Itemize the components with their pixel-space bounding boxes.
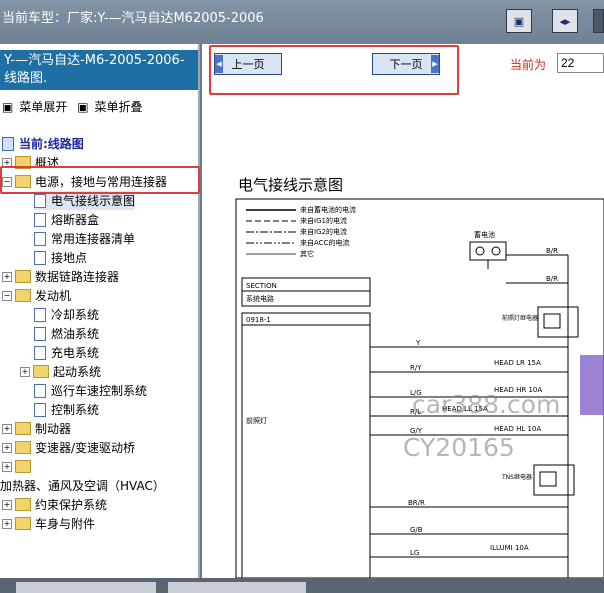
folder-icon <box>15 498 31 511</box>
doc-icon <box>34 307 46 322</box>
expand-toggle-icon[interactable]: + <box>2 423 12 434</box>
expand-toggle-icon[interactable]: + <box>2 499 12 510</box>
legend-item: 来自蓄电池的电流 <box>300 205 356 214</box>
expand-toggle-icon[interactable]: + <box>20 366 30 377</box>
fuse-label: HEAD LR 15A <box>494 359 541 367</box>
section-value: 系统电路 <box>246 294 274 303</box>
diagram-title: 电气接线示意图 <box>238 176 344 194</box>
tree-leaf-control[interactable]: 控制系统 <box>34 400 99 419</box>
legend-item: 来自ACC的电流 <box>300 238 349 247</box>
battery-label: 蓄电池 <box>474 230 495 239</box>
section-label: SECTION <box>246 282 277 290</box>
folder-icon <box>15 460 31 473</box>
tree-node-dlc[interactable]: + 数据链路连接器 <box>2 267 119 286</box>
fuse-label: HEAD HL 10A <box>494 425 541 433</box>
fit-icon: ▣ <box>513 14 525 28</box>
expand-toggle-icon[interactable]: + <box>2 442 12 453</box>
tree-node-body[interactable]: + 车身与附件 <box>2 514 95 533</box>
doc-icon <box>34 402 46 417</box>
tree-leaf-connectors[interactable]: 常用连接器清单 <box>34 229 135 248</box>
legend-item: 来自IG2的电流 <box>300 227 347 236</box>
highlight-box-nav <box>209 45 459 95</box>
legend-item: 其它 <box>300 249 314 258</box>
sidebar-header: Y-—汽马自达-M6-2005-2006-线路图. <box>0 50 198 90</box>
tree-node-brakes[interactable]: + 制动器 <box>2 419 71 438</box>
page-icon <box>2 136 14 151</box>
current-label: 当前:线路图 <box>19 137 84 151</box>
legend-item: 来自IG1的电流 <box>300 216 347 225</box>
bottom-tab[interactable] <box>168 582 306 593</box>
purple-mark <box>580 355 604 415</box>
collapse-icon: ▣ <box>77 100 89 114</box>
expand-toggle-icon[interactable]: + <box>2 518 12 529</box>
doc-icon <box>34 345 46 360</box>
collapse-toggle-icon[interactable]: − <box>2 290 12 301</box>
tree-leaf-ground[interactable]: 接地点 <box>34 248 87 267</box>
wire-label: G/B <box>410 526 423 534</box>
folder-icon <box>15 517 31 530</box>
tree-leaf-fuel[interactable]: 燃油系统 <box>34 324 99 343</box>
doc-icon <box>34 383 46 398</box>
circuit-code: 0918-1 <box>246 316 271 324</box>
tree-node-empty[interactable]: + <box>2 457 35 476</box>
folder-icon <box>33 365 49 378</box>
tree-current[interactable]: 当前:线路图 <box>2 134 84 153</box>
tree-node-restraints[interactable]: + 约束保护系统 <box>2 495 107 514</box>
expand-toggle-icon[interactable]: + <box>2 461 12 472</box>
doc-icon <box>34 193 46 208</box>
tree-leaf-cruise[interactable]: 巡行车速控制系统 <box>34 381 147 400</box>
tree-node-starting[interactable]: + 起动系统 <box>20 362 101 381</box>
wire-label: B/R <box>546 247 558 255</box>
wire-label: LG <box>410 549 419 557</box>
expand-icon: ◂▸ <box>559 14 571 28</box>
folder-icon <box>15 270 31 283</box>
tree-node-engine[interactable]: − 发动机 <box>2 286 71 305</box>
folder-icon <box>15 441 31 454</box>
more-button[interactable] <box>593 9 604 33</box>
fit-width-button[interactable]: ▣ <box>506 9 532 33</box>
title-bar: 当前车型：厂家:Y-—汽马自达M62005-2006 ▣ ◂▸ <box>0 0 604 44</box>
folder-icon <box>15 289 31 302</box>
tree-leaf-fusebox[interactable]: 熔断器盒 <box>34 210 99 229</box>
tree-node-transmission[interactable]: + 变速器/变速驱动桥 <box>2 438 135 457</box>
watermark-text: CY20165 <box>403 433 515 462</box>
menu-expand-link[interactable]: 菜单展开 <box>19 100 67 114</box>
expand-toggle-icon[interactable]: + <box>2 271 12 282</box>
folder-icon <box>15 422 31 435</box>
legend: 来自蓄电池的电流 来自IG1的电流 来自IG2的电流 来自ACC的电流 其它 <box>246 205 356 258</box>
tree-node-hvac[interactable]: 加热器、通风及空调（HVAC） <box>0 476 165 495</box>
expand-icon: ▣ <box>2 100 14 114</box>
doc-icon <box>34 326 46 341</box>
menu-collapse-link[interactable]: 菜单折叠 <box>95 100 143 114</box>
doc-icon <box>34 231 46 246</box>
fuse-label: ILLUMI 10A <box>490 544 529 552</box>
doc-icon <box>34 212 46 227</box>
highlight-box-sidebar <box>0 166 200 194</box>
circuit-name: 前照灯 <box>246 416 267 425</box>
relay-label: 前照灯继电器 <box>502 314 538 322</box>
wire-label: B/R <box>546 275 558 283</box>
sidebar-actions: ▣ 菜单展开 ▣ 菜单折叠 <box>2 98 149 115</box>
wire-label: BR/R <box>408 499 425 507</box>
tree-leaf-cooling[interactable]: 冷却系统 <box>34 305 99 324</box>
page-number-input[interactable] <box>557 53 604 73</box>
doc-icon <box>34 250 46 265</box>
fit-page-button[interactable]: ◂▸ <box>552 9 578 33</box>
vehicle-title: 当前车型：厂家:Y-—汽马自达M62005-2006 <box>2 11 264 26</box>
sidebar: Y-—汽马自达-M6-2005-2006-线路图. ▣ 菜单展开 ▣ 菜单折叠 当前… <box>0 44 200 578</box>
tree-leaf-charging[interactable]: 充电系统 <box>34 343 99 362</box>
current-page-label: 当前为 <box>510 58 547 72</box>
watermark-text: car388.com <box>412 390 561 419</box>
wire-label: Y <box>415 339 421 347</box>
wiring-diagram: 来自蓄电池的电流 来自IG1的电流 来自IG2的电流 来自ACC的电流 其它 S… <box>235 198 604 578</box>
wire-label: R/Y <box>410 364 422 372</box>
status-bar <box>0 578 604 593</box>
relay-label: TNS继电器 <box>501 473 532 481</box>
bottom-tab[interactable] <box>16 582 156 593</box>
